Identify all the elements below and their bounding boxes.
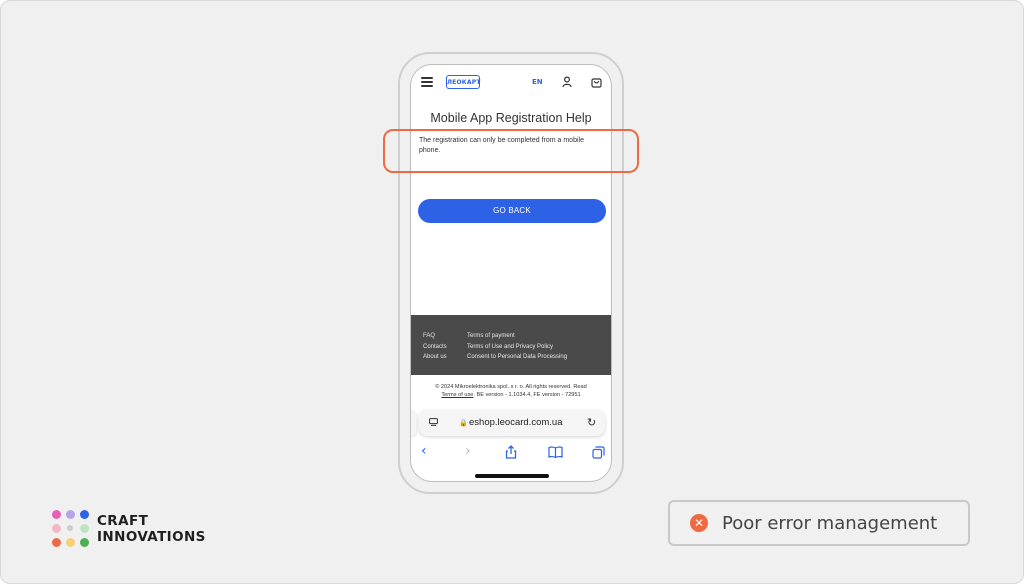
logo-dot xyxy=(52,510,61,519)
tabs-icon[interactable] xyxy=(592,446,605,459)
error-highlight-box xyxy=(383,129,639,173)
logo-dot xyxy=(80,538,89,547)
site-footer: FAQ Contacts About us Terms of payment T… xyxy=(411,315,611,375)
language-switch[interactable]: EN xyxy=(532,78,543,86)
version-text: . BE version - 1.1034.4, FE version - 72… xyxy=(473,392,581,398)
logo-dot xyxy=(66,538,75,547)
brand-line-2: INNOVATIONS xyxy=(97,529,206,545)
logo-dot xyxy=(80,510,89,519)
menu-icon[interactable] xyxy=(421,77,433,87)
forward-icon[interactable]: › xyxy=(465,443,471,459)
footer-link-consent[interactable]: Consent to Personal Data Processing xyxy=(467,352,567,363)
address-bar[interactable]: 🔒 eshop.leocard.com.ua ↻ xyxy=(419,410,605,436)
lock-icon: 🔒 xyxy=(459,419,468,427)
copyright-line: © 2024 Mikroelektronika spol. s r. o. Al… xyxy=(435,384,587,390)
terms-of-use-link[interactable]: Terms of use xyxy=(441,392,473,398)
page-settings-icon[interactable] xyxy=(429,418,438,426)
go-back-button[interactable]: GO BACK xyxy=(418,199,606,223)
user-icon[interactable] xyxy=(562,76,572,88)
logo-dot xyxy=(67,525,73,531)
footer-link-terms-privacy[interactable]: Terms of Use and Privacy Policy xyxy=(467,342,567,353)
error-x-icon: ✕ xyxy=(690,514,708,532)
cart-icon[interactable] xyxy=(591,76,602,88)
logo-dot xyxy=(80,524,89,533)
logo-dot xyxy=(52,538,61,547)
page-title: Mobile App Registration Help xyxy=(430,111,592,125)
footer-link-contacts[interactable]: Contacts xyxy=(423,342,447,353)
issue-label: Poor error management xyxy=(722,513,938,534)
issue-badge: ✕ Poor error management xyxy=(668,500,970,546)
previous-tab-edge[interactable] xyxy=(411,410,416,436)
share-icon[interactable] xyxy=(505,445,517,459)
footer-link-terms-payment[interactable]: Terms of payment xyxy=(467,331,567,342)
footer-link-faq[interactable]: FAQ xyxy=(423,331,447,342)
back-icon[interactable]: ‹ xyxy=(421,443,427,459)
brand-line-1: CRAFT xyxy=(97,513,149,529)
bookmarks-icon[interactable] xyxy=(548,446,563,458)
home-indicator xyxy=(475,474,549,478)
leocard-logo[interactable]: ЛЕОКАРТ xyxy=(446,75,480,89)
copyright-text: © 2024 Mikroelektronika spol. s r. o. Al… xyxy=(411,383,611,399)
phone-screen: ЛЕОКАРТ EN Mobile App Registration Help … xyxy=(410,64,612,482)
brand-name: CRAFT INNOVATIONS xyxy=(97,513,206,545)
browser-toolbar: ‹ › xyxy=(411,441,611,463)
logo-dot xyxy=(66,510,75,519)
logo-dot xyxy=(52,524,61,533)
footer-link-about[interactable]: About us xyxy=(423,352,447,363)
site-header: ЛЕОКАРТ EN xyxy=(411,65,611,101)
reload-icon[interactable]: ↻ xyxy=(587,416,596,429)
url-text[interactable]: eshop.leocard.com.ua xyxy=(469,417,562,428)
